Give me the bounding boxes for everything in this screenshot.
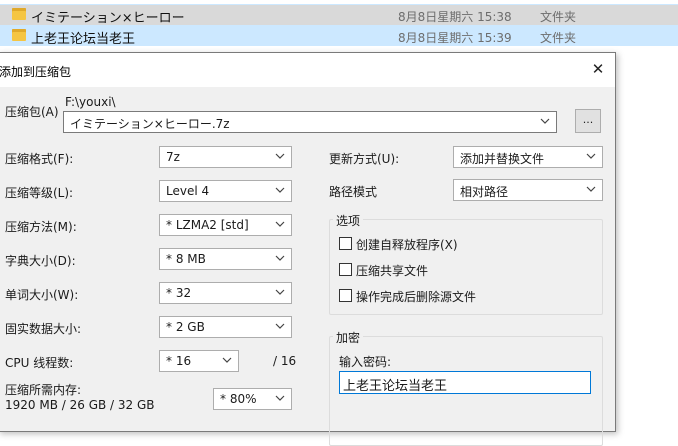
level-select[interactable]: Level 4 xyxy=(159,180,292,202)
method-select[interactable]: * LZMA2 [std] xyxy=(159,214,292,236)
format-select[interactable]: 7z xyxy=(159,146,292,168)
add-to-archive-dialog: 添加到压缩包 ✕ 压缩包(A) F:\youxi\ イミテーション×ヒーロー.7… xyxy=(0,52,616,446)
password-value: 上老王论坛当老王 xyxy=(343,379,448,394)
close-button[interactable]: ✕ xyxy=(585,57,611,81)
solid-block-label: 固实数据大小: xyxy=(5,322,82,336)
folder-type: 文件夹 xyxy=(540,10,577,24)
memory-label: 压缩所需内存: xyxy=(5,383,82,397)
method-value: * LZMA2 [std] xyxy=(166,218,249,232)
format-value: 7z xyxy=(166,150,180,164)
word-size-label: 单词大小(W): xyxy=(5,288,79,302)
chevron-down-icon xyxy=(275,393,285,403)
archive-label: 压缩包(A) xyxy=(5,105,59,119)
memory-value: 1920 MB / 26 GB / 32 GB xyxy=(5,398,155,412)
solid-block-select[interactable]: * 2 GB xyxy=(159,316,292,338)
path-mode-select[interactable]: 相对路径 xyxy=(453,179,603,201)
options-group-title: 选项 xyxy=(333,212,364,229)
level-value: Level 4 xyxy=(166,184,210,198)
checkbox[interactable] xyxy=(339,237,352,250)
chevron-down-icon[interactable] xyxy=(540,116,550,126)
dialog-title: 添加到压缩包 xyxy=(0,65,72,79)
update-mode-value: 添加并替换文件 xyxy=(460,152,545,166)
encryption-group-title: 加密 xyxy=(333,329,364,346)
chevron-down-icon xyxy=(275,321,285,331)
chevron-down-icon xyxy=(222,355,232,365)
chevron-down-icon xyxy=(586,184,596,194)
cpu-threads-value: * 16 xyxy=(166,354,192,368)
update-mode-select[interactable]: 添加并替换文件 xyxy=(453,146,603,168)
checkbox[interactable] xyxy=(339,263,352,276)
method-label: 压缩方法(M): xyxy=(5,220,77,234)
path-mode-value: 相对路径 xyxy=(460,185,509,199)
level-label: 压缩等级(L): xyxy=(5,186,74,200)
option-label: 操作完成后删除源文件 xyxy=(356,290,477,304)
chevron-down-icon xyxy=(275,253,285,263)
memory-percent-value: * 80% xyxy=(220,392,257,406)
password-label: 输入密码: xyxy=(339,355,392,369)
cpu-threads-label: CPU 线程数: xyxy=(5,356,74,370)
folder-name: イミテーション×ヒーロー xyxy=(31,11,185,26)
solid-block-value: * 2 GB xyxy=(166,320,205,334)
option-label: 压缩共享文件 xyxy=(356,264,429,278)
dictionary-label: 字典大小(D): xyxy=(5,254,76,268)
word-size-select[interactable]: * 32 xyxy=(159,282,292,304)
folder-date: 8月8日星期六 15:39 xyxy=(398,31,512,45)
cpu-threads-select[interactable]: * 16 xyxy=(159,350,239,372)
folder-icon xyxy=(12,29,26,41)
folder-name: 上老王论坛当老王 xyxy=(31,32,136,47)
word-size-value: * 32 xyxy=(166,286,192,300)
browse-button[interactable]: ... xyxy=(575,109,601,133)
password-input[interactable]: 上老王论坛当老王 xyxy=(339,371,591,394)
archive-filename: イミテーション×ヒーロー.7z xyxy=(70,117,230,131)
explorer-row-folder-2[interactable]: 上老王论坛当老王 8月8日星期六 15:39 文件夹 xyxy=(0,25,678,47)
chevron-down-icon xyxy=(586,151,596,161)
update-mode-label: 更新方式(U): xyxy=(329,152,400,166)
dictionary-value: * 8 MB xyxy=(166,252,206,266)
format-label: 压缩格式(F): xyxy=(5,152,74,166)
archive-path: F:\youxi\ xyxy=(65,95,116,109)
chevron-down-icon xyxy=(275,151,285,161)
chevron-down-icon xyxy=(275,185,285,195)
memory-percent-select[interactable]: * 80% xyxy=(213,388,292,410)
path-mode-label: 路径模式 xyxy=(329,185,378,199)
chevron-down-icon xyxy=(275,287,285,297)
option-label: 创建自释放程序(X) xyxy=(356,238,458,252)
folder-type: 文件夹 xyxy=(540,31,577,45)
dialog-titlebar[interactable]: 添加到压缩包 ✕ xyxy=(0,53,615,87)
cpu-threads-total: / 16 xyxy=(273,354,297,368)
folder-date: 8月8日星期六 15:38 xyxy=(398,10,512,24)
dictionary-select[interactable]: * 8 MB xyxy=(159,248,292,270)
explorer-background xyxy=(616,52,678,419)
checkbox[interactable] xyxy=(339,289,352,302)
explorer-row-folder-1[interactable]: イミテーション×ヒーロー 8月8日星期六 15:38 文件夹 xyxy=(0,4,678,26)
archive-filename-combobox[interactable]: イミテーション×ヒーロー.7z xyxy=(63,111,557,133)
folder-icon xyxy=(12,8,26,20)
chevron-down-icon xyxy=(275,219,285,229)
